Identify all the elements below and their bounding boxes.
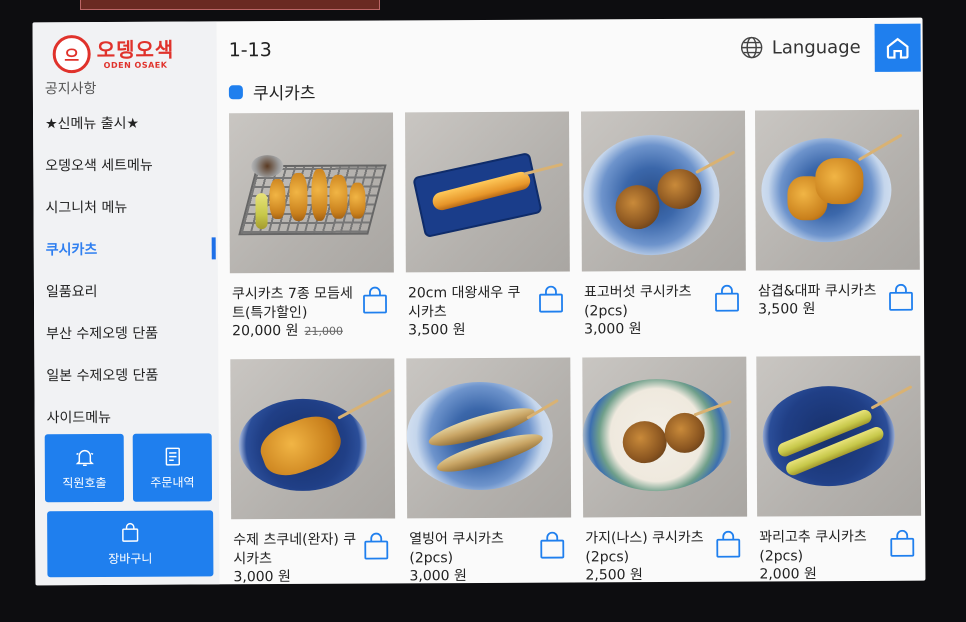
product-price: 3,500 원 (408, 322, 466, 339)
sidebar-item-signature[interactable]: 시그니처 메뉴 (33, 185, 217, 228)
add-to-cart-icon[interactable] (889, 529, 915, 558)
product-name: 가지(나스) 쿠시카츠(2pcs) (585, 529, 704, 566)
sidebar-item-notice[interactable]: 공지사항 (33, 77, 217, 102)
add-to-cart-icon[interactable] (888, 283, 914, 312)
language-button[interactable]: Language (740, 35, 861, 60)
product-grid: 쿠시카츠 7종 모듬세트(특가할인) 20,000 원 21,000 20cm 대… (229, 109, 922, 586)
product-image (230, 358, 396, 520)
category-heading: 쿠시카츠 (228, 79, 316, 105)
product-name: 삼겹&대파 쿠시카츠 (757, 282, 877, 300)
product-card[interactable]: 쿠시카츠 7종 모듬세트(특가할인) 20,000 원 21,000 (229, 112, 394, 353)
product-card[interactable]: 20cm 대왕새우 쿠시카츠 3,500 원 (405, 111, 570, 353)
sidebar-item-side-menu[interactable]: 사이드메뉴 (34, 395, 218, 438)
receipt-icon (165, 447, 180, 466)
sidebar-item-single-dishes[interactable]: 일품요리 (34, 269, 218, 312)
sidebar-item-set-menu[interactable]: 오뎅오색 세트메뉴 (33, 143, 217, 186)
product-old-price: 21,000 (304, 324, 344, 338)
call-staff-button[interactable]: 직원호출 (44, 433, 125, 503)
sidebar-item-busan-oden[interactable]: 부산 수제오뎅 단품 (34, 311, 218, 354)
product-card[interactable]: 가지(나스) 쿠시카츠(2pcs) 2,500 원 (582, 356, 748, 586)
product-price: 20,000 원 (232, 322, 299, 340)
cart-label: 장바구니 (108, 551, 153, 566)
product-image (581, 110, 746, 272)
product-card[interactable]: 삼겹&대파 쿠시카츠 3,500 원 (755, 109, 920, 351)
category-title: 쿠시카츠 (252, 83, 316, 105)
product-card[interactable]: 꽈리고추 쿠시카츠(2pcs) 2,000 원 (756, 355, 922, 586)
kiosk-screen: 으 오뎅오색 ODEN OSAEK 공지사항 ★신메뉴 출시★ 오뎅오색 세트메… (32, 17, 926, 586)
product-name: 표고버섯 쿠시카츠(2pcs) (583, 283, 692, 320)
product-image (405, 111, 570, 273)
add-to-cart-icon[interactable] (363, 532, 389, 560)
product-price: 2,000 원 (759, 566, 817, 583)
product-price: 3,000 원 (233, 568, 291, 586)
product-image (756, 355, 922, 517)
add-to-cart-icon[interactable] (715, 530, 741, 559)
category-menu: 공지사항 ★신메뉴 출시★ 오뎅오색 세트메뉴 시그니처 메뉴 쿠시카츠 일품요… (33, 77, 219, 438)
sidebar-item-new-menu[interactable]: ★신메뉴 출시★ (33, 101, 217, 144)
sidebar: 으 오뎅오색 ODEN OSAEK 공지사항 ★신메뉴 출시★ 오뎅오색 세트메… (32, 21, 220, 586)
product-price: 3,000 원 (409, 568, 467, 585)
product-name: 20cm 대왕새우 쿠시카츠 (407, 284, 521, 321)
product-card[interactable]: 표고버섯 쿠시카츠(2pcs) 3,000 원 (581, 110, 746, 352)
add-to-cart-icon[interactable] (539, 531, 565, 560)
product-name: 쿠시카츠 7종 모듬세트(특가할인) (231, 285, 353, 322)
header: 1-13 Language (217, 18, 923, 78)
product-name: 수제 츠쿠네(완자) 쿠시카츠 (233, 531, 357, 568)
logo-name-en: ODEN OSAEK (103, 60, 168, 70)
product-card[interactable]: 열빙어 쿠시카츠(2pcs) 3,000 원 (406, 357, 572, 586)
shopping-bag-icon (122, 522, 139, 542)
brand-logo: 으 오뎅오색 ODEN OSAEK (52, 29, 193, 78)
cart-button[interactable]: 장바구니 (47, 510, 214, 578)
product-card[interactable]: 수제 츠쿠네(완자) 쿠시카츠 3,000 원 (230, 358, 396, 586)
logo-mark: 으 (52, 35, 91, 74)
product-name: 꽈리고추 쿠시카츠(2pcs) (759, 528, 867, 565)
product-price: 2,500 원 (585, 567, 643, 584)
home-button[interactable] (874, 23, 921, 72)
add-to-cart-icon[interactable] (362, 286, 388, 314)
logo-name-kr: 오뎅오색 (96, 37, 175, 62)
product-image (406, 357, 572, 519)
order-history-button[interactable]: 주문내역 (132, 433, 213, 502)
order-history-label: 주문내역 (150, 474, 195, 490)
home-icon (886, 37, 909, 59)
category-dot-icon (228, 84, 243, 99)
product-image (229, 112, 394, 274)
table-number: 1-13 (228, 39, 272, 62)
top-bezel-strip (80, 0, 380, 10)
add-to-cart-icon[interactable] (714, 284, 740, 313)
sidebar-item-kushikatsu[interactable]: 쿠시카츠 (34, 227, 218, 270)
product-name: 열빙어 쿠시카츠(2pcs) (409, 530, 504, 567)
product-image (755, 109, 920, 271)
product-image (582, 356, 748, 518)
globe-icon (741, 36, 763, 59)
language-label: Language (771, 36, 861, 58)
sidebar-item-japan-oden[interactable]: 일본 수제오뎅 단품 (34, 353, 218, 396)
bell-icon (75, 449, 94, 466)
call-staff-label: 직원호출 (62, 475, 107, 490)
add-to-cart-icon[interactable] (538, 285, 564, 314)
product-price: 3,000 원 (584, 321, 642, 338)
